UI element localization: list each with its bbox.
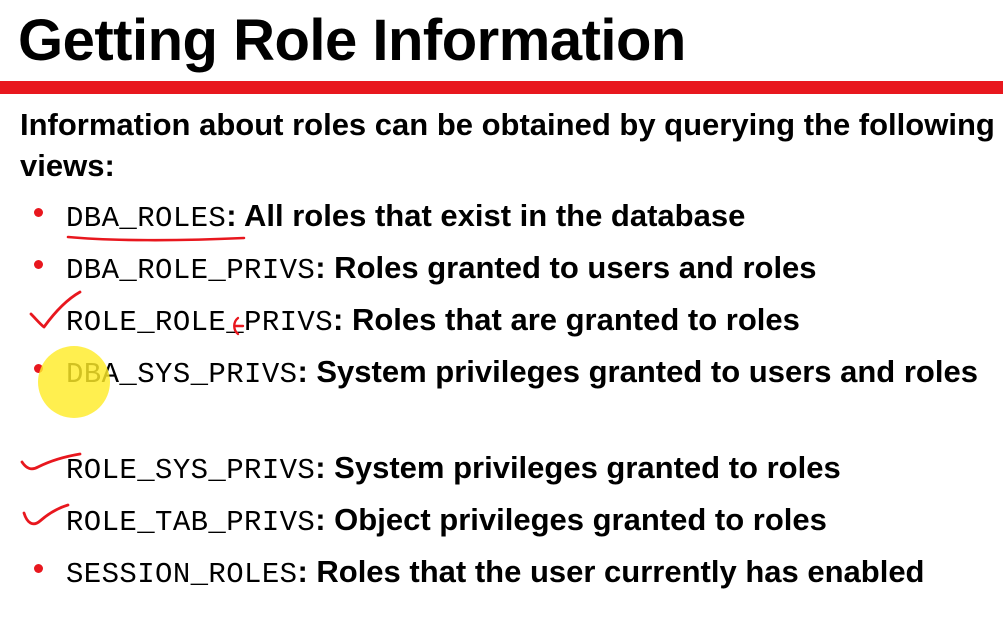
view-name: SESSION_ROLES (66, 558, 298, 591)
view-description: : Roles that are granted to roles (333, 302, 800, 337)
view-name: DBA_ROLES (66, 202, 227, 235)
view-description: : All roles that exist in the database (226, 198, 746, 233)
view-description: : Object privileges granted to roles (315, 502, 827, 537)
view-description: : System privileges granted to users and… (297, 354, 978, 389)
list-item-text: ROLE_SYS_PRIVS: System privileges grante… (66, 446, 991, 493)
bullet-icon (34, 260, 43, 269)
view-name: DBA_ROLE_PRIVS (66, 254, 316, 287)
list-item-text: ROLE_ROLE_PRIVS: Roles that are granted … (66, 298, 991, 345)
slide-title: Getting Role Information (18, 8, 686, 73)
list-item-text: DBA_ROLE_PRIVS: Roles granted to users a… (66, 246, 991, 293)
cursor-highlight (38, 346, 110, 418)
bullet-icon (34, 564, 43, 573)
view-description: : Roles that the user currently has enab… (297, 554, 925, 589)
list-item-text: DBA_ROLES: All roles that exist in the d… (66, 194, 991, 241)
list-item-text: SESSION_ROLES: Roles that the user curre… (66, 550, 991, 597)
list-item-text: DBA_SYS_PRIVS: System privileges granted… (66, 350, 991, 397)
view-name: ROLE_TAB_PRIVS (66, 506, 316, 539)
view-name: ROLE_ROLE_PRIVS (66, 306, 334, 339)
check-mark-icon (22, 503, 70, 526)
bullet-icon (34, 208, 43, 217)
intro-text: Information about roles can be obtained … (20, 107, 995, 183)
list-item-text: ROLE_TAB_PRIVS: Object privileges grante… (66, 498, 991, 545)
view-description: : Roles granted to users and roles (315, 250, 817, 285)
slide: Getting Role Information Information abo… (0, 0, 1003, 638)
view-description: : System privileges granted to roles (315, 450, 841, 485)
title-underline-bar (0, 81, 1003, 94)
view-name: ROLE_SYS_PRIVS (66, 454, 316, 487)
